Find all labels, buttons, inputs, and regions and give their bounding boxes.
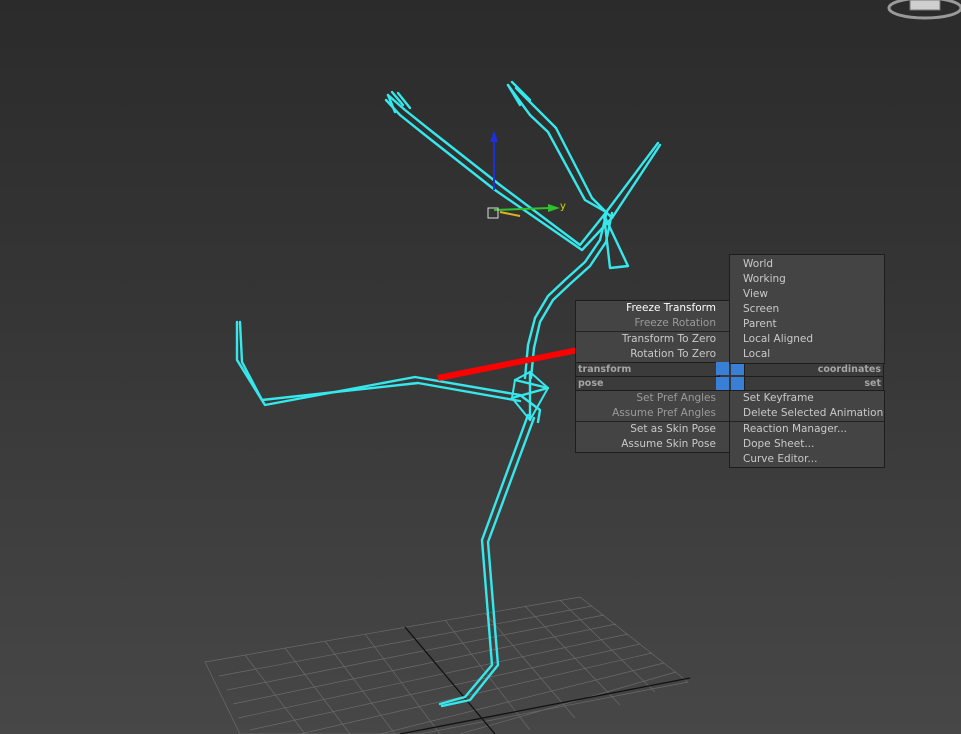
quad-header-coordinates: coordinates (744, 362, 884, 377)
coord-screen-item[interactable]: Screen (730, 302, 884, 317)
reaction-manager-item[interactable]: Reaction Manager... (730, 422, 884, 437)
floor-grid (204, 596, 691, 734)
quad-tl[interactable] (716, 362, 729, 375)
quad-center-icon (716, 362, 744, 390)
quad-header-set: set (744, 376, 884, 391)
transform-to-zero-item[interactable]: Transform To Zero (576, 332, 730, 347)
assume-skin-pose-item[interactable]: Assume Skin Pose (576, 437, 730, 452)
coord-parent-item[interactable]: Parent (730, 317, 884, 332)
quad-header-pose: pose (575, 376, 720, 391)
quad-menu-pose: Set Pref Angles Assume Pref Angles Set a… (575, 390, 731, 453)
set-pref-angles-item[interactable]: Set Pref Angles (576, 391, 730, 406)
quad-br[interactable] (731, 377, 744, 390)
quad-menu-transform: Freeze Transform Freeze Rotation Transfo… (575, 300, 731, 363)
freeze-transform-item[interactable]: Freeze Transform (576, 301, 730, 316)
delete-selected-animation-item[interactable]: Delete Selected Animation (730, 406, 884, 421)
set-as-skin-pose-item[interactable]: Set as Skin Pose (576, 422, 730, 437)
quad-bl[interactable] (716, 377, 729, 390)
quad-menu-set: Set Keyframe Delete Selected Animation R… (729, 390, 885, 468)
dope-sheet-item[interactable]: Dope Sheet... (730, 437, 884, 452)
assume-pref-angles-item[interactable]: Assume Pref Angles (576, 406, 730, 421)
quad-menu-coordinates: World Working View Screen Parent Local A… (729, 254, 885, 364)
coord-world-item[interactable]: World (730, 257, 884, 272)
rotation-to-zero-item[interactable]: Rotation To Zero (576, 347, 730, 362)
quad-header-transform: transform (575, 362, 720, 377)
viewcube-icon[interactable] (887, 0, 961, 20)
curve-editor-item[interactable]: Curve Editor... (730, 452, 884, 467)
coord-local-item[interactable]: Local (730, 347, 884, 362)
coord-working-item[interactable]: Working (730, 272, 884, 287)
set-keyframe-item[interactable]: Set Keyframe (730, 391, 884, 406)
coord-view-item[interactable]: View (730, 287, 884, 302)
gizmo-y-label: y (560, 201, 566, 212)
freeze-rotation-item[interactable]: Freeze Rotation (576, 316, 730, 331)
coord-local-aligned-item[interactable]: Local Aligned (730, 332, 884, 347)
